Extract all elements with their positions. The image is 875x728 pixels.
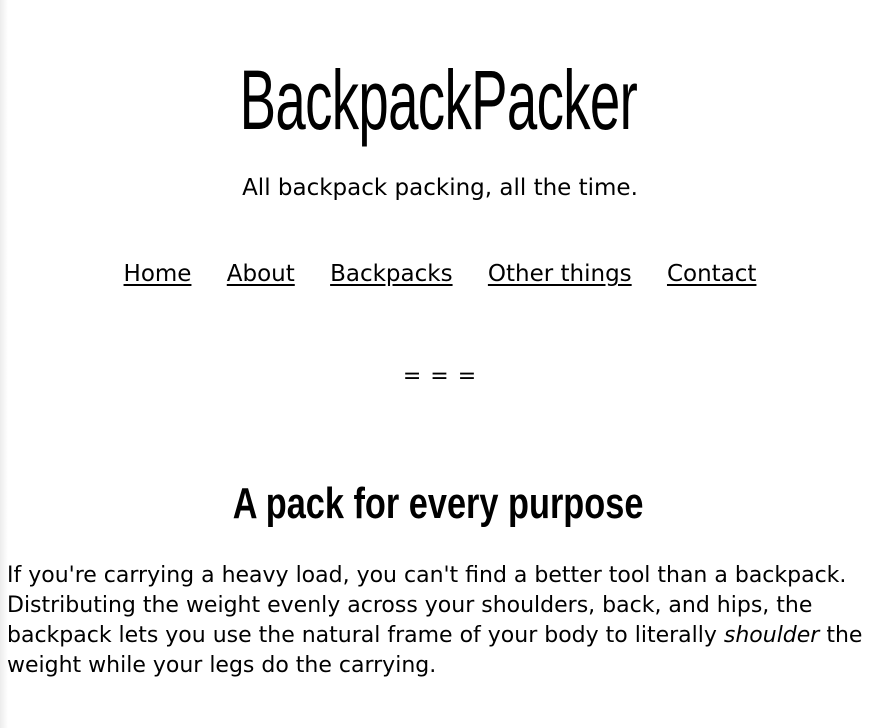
nav-link-about[interactable]: About — [227, 261, 295, 287]
nav-link-home[interactable]: Home — [124, 261, 192, 287]
site-title: BackpackPacker — [239, 53, 638, 147]
nav-link-contact[interactable]: Contact — [667, 261, 756, 287]
intro-emphasis: shoulder — [723, 623, 820, 648]
nav-link-backpacks[interactable]: Backpacks — [330, 261, 452, 287]
intro-text-start: If you're carrying a heavy load, you can… — [7, 563, 847, 648]
intro-paragraph: If you're carrying a heavy load, you can… — [7, 561, 869, 681]
section-heading: A pack for every purpose — [232, 479, 644, 528]
site-tagline: All backpack packing, all the time. — [242, 175, 638, 201]
nav-link-other-things[interactable]: Other things — [488, 261, 632, 287]
section-divider: = = = — [402, 364, 478, 389]
main-navigation: Home About Backpacks Other things Contac… — [0, 260, 875, 288]
